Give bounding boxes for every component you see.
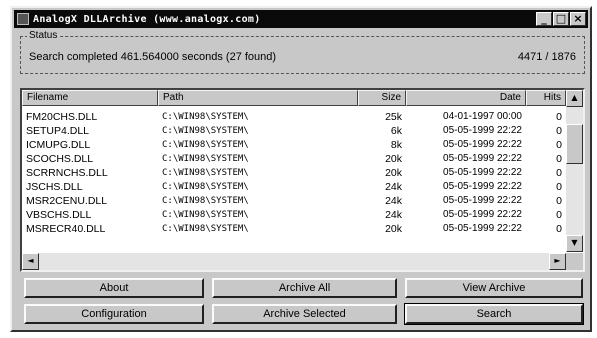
column-header-size[interactable]: Size [358, 90, 406, 106]
cell-date: 05-05-1999 22:22 [443, 223, 522, 234]
cell-filename: SCRRNCHS.DLL [26, 167, 108, 179]
cell-size: 8k [390, 139, 402, 151]
cell-hits: 0 [556, 153, 562, 165]
cell-date: 04-01-1997 00:00 [443, 111, 522, 122]
column-header-hits[interactable]: Hits [526, 90, 566, 106]
cell-filename: SCOCHS.DLL [26, 153, 94, 165]
table-row[interactable]: SCOCHS.DLL C:\WIN98\SYSTEM\ 20k 05-05-1999 … [22, 152, 566, 166]
close-button[interactable]: × [570, 12, 586, 26]
list-header: Filename Path Size Date Hits [22, 90, 566, 106]
table-row[interactable]: FM20CHS.DLL C:\WIN98\SYSTEM\ 25k 04-01-1997… [22, 110, 566, 124]
table-row[interactable]: JSCHS.DLL C:\WIN98\SYSTEM\ 24k 05-05-1999 2… [22, 180, 566, 194]
view-archive-button[interactable]: View Archive [405, 278, 583, 298]
scroll-up-button[interactable]: ▲ [566, 90, 583, 107]
cell-date: 05-05-1999 22:22 [443, 125, 522, 136]
table-row[interactable]: MSR2CENU.DLL C:\WIN98\SYSTEM\ 24k 05-05-199… [22, 194, 566, 208]
cell-size: 24k [385, 209, 402, 221]
cell-size: 6k [390, 125, 402, 137]
status-message: Search completed 461.564000 seconds (27 … [29, 51, 277, 63]
column-header-date[interactable]: Date [406, 90, 526, 106]
horizontal-scrollbar[interactable]: ◄ ► [22, 253, 566, 270]
status-legend: Status [27, 30, 60, 41]
cell-filename: VBSCHS.DLL [26, 209, 92, 221]
cell-hits: 0 [556, 167, 562, 179]
configuration-button[interactable]: Configuration [24, 304, 204, 324]
scroll-down-button[interactable]: ▼ [566, 235, 583, 252]
cell-hits: 0 [556, 111, 562, 123]
cell-path: C:\WIN98\SYSTEM\ [162, 112, 249, 122]
cell-filename: ICMUPG.DLL [26, 139, 91, 151]
maximize-button[interactable]: □ [553, 12, 569, 26]
cell-hits: 0 [556, 125, 562, 137]
cell-hits: 0 [556, 181, 562, 193]
table-row[interactable]: SETUP4.DLL C:\WIN98\SYSTEM\ 6k 05-05-1999 2… [22, 124, 566, 138]
scroll-right-button[interactable]: ► [549, 253, 566, 270]
cell-path: C:\WIN98\SYSTEM\ [162, 168, 249, 178]
cell-path: C:\WIN98\SYSTEM\ [162, 224, 249, 234]
cell-size: 25k [385, 111, 402, 123]
status-group: Status Search completed 461.564000 secon… [20, 30, 585, 74]
table-row[interactable]: VBSCHS.DLL C:\WIN98\SYSTEM\ 24k 05-05-1999 … [22, 208, 566, 222]
minimize-button[interactable]: _ [536, 12, 552, 26]
cell-path: C:\WIN98\SYSTEM\ [162, 182, 249, 192]
vertical-scrollbar[interactable]: ▲ ▼ [566, 90, 583, 252]
cell-date: 05-05-1999 22:22 [443, 209, 522, 220]
column-header-path[interactable]: Path [158, 90, 358, 106]
cell-path: C:\WIN98\SYSTEM\ [162, 210, 249, 220]
cell-date: 05-05-1999 22:22 [443, 167, 522, 178]
cell-hits: 0 [556, 223, 562, 235]
cell-path: C:\WIN98\SYSTEM\ [162, 196, 249, 206]
status-count: 4471 / 1876 [517, 51, 576, 63]
cell-path: C:\WIN98\SYSTEM\ [162, 140, 249, 150]
cell-hits: 0 [556, 209, 562, 221]
table-row[interactable]: SCRRNCHS.DLL C:\WIN98\SYSTEM\ 20k 05-05-199… [22, 166, 566, 180]
file-list[interactable]: Filename Path Size Date Hits FM20CHS.DLL… [20, 88, 585, 272]
cell-filename: MSR2CENU.DLL [26, 195, 108, 207]
scrollbar-corner [566, 253, 583, 270]
cell-date: 05-05-1999 22:22 [443, 195, 522, 206]
table-row[interactable]: ICMUPG.DLL C:\WIN98\SYSTEM\ 8k 05-05-1999 2… [22, 138, 566, 152]
cell-hits: 0 [556, 195, 562, 207]
cell-size: 24k [385, 181, 402, 193]
vertical-scroll-thumb[interactable] [566, 124, 583, 164]
list-rows: FM20CHS.DLL C:\WIN98\SYSTEM\ 25k 04-01-1997… [22, 110, 566, 236]
cell-path: C:\WIN98\SYSTEM\ [162, 154, 249, 164]
window-controls: _ □ × [536, 12, 586, 26]
title-bar[interactable]: AnalogX DLLArchive (www.analogx.com) _ □… [14, 10, 588, 28]
cell-filename: JSCHS.DLL [26, 181, 83, 193]
cell-date: 05-05-1999 22:22 [443, 181, 522, 192]
cell-size: 20k [385, 223, 402, 235]
cell-date: 05-05-1999 22:22 [443, 139, 522, 150]
app-icon [17, 13, 29, 25]
dllarchive-window: AnalogX DLLArchive (www.analogx.com) _ □… [10, 6, 592, 332]
window-title: AnalogX DLLArchive (www.analogx.com) [33, 13, 261, 25]
cell-size: 24k [385, 195, 402, 207]
cell-date: 05-05-1999 22:22 [443, 153, 522, 164]
column-header-filename[interactable]: Filename [22, 90, 158, 106]
cell-filename: SETUP4.DLL [26, 125, 90, 137]
cell-path: C:\WIN98\SYSTEM\ [162, 126, 249, 136]
search-button[interactable]: Search [404, 303, 584, 325]
cell-filename: MSRECR40.DLL [26, 223, 106, 235]
about-button[interactable]: About [24, 278, 204, 298]
cell-size: 20k [385, 167, 402, 179]
scroll-left-button[interactable]: ◄ [22, 253, 39, 270]
table-row[interactable]: MSRECR40.DLL C:\WIN98\SYSTEM\ 20k 05-05-199… [22, 222, 566, 236]
cell-hits: 0 [556, 139, 562, 151]
archive-all-button[interactable]: Archive All [212, 278, 397, 298]
cell-filename: FM20CHS.DLL [26, 111, 98, 123]
cell-size: 20k [385, 153, 402, 165]
archive-selected-button[interactable]: Archive Selected [212, 304, 397, 324]
